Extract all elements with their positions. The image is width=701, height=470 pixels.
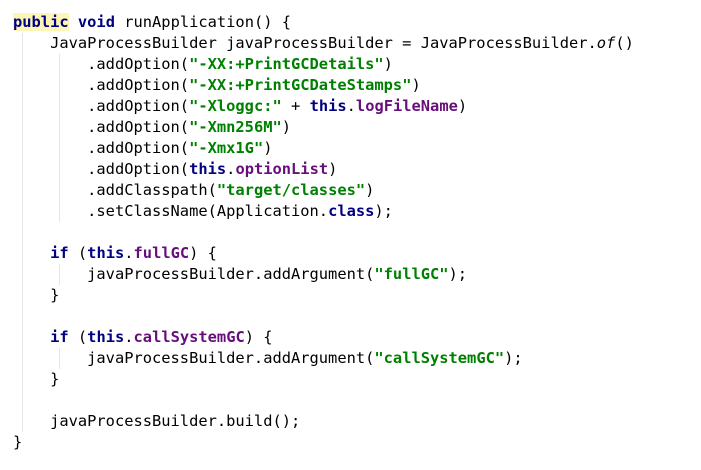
code-editor[interactable]: public void runApplication() { JavaProce… (0, 0, 701, 470)
code-token-field: optionList (235, 160, 329, 178)
code-line[interactable]: JavaProcessBuilder javaProcessBuilder = … (13, 33, 634, 54)
code-token-plain: } (50, 370, 60, 388)
code-token-plain: ); (374, 202, 393, 220)
code-token-field: fullGC (133, 244, 190, 262)
code-line[interactable]: .addOption("-XX:+PrintGCDetails") (13, 54, 393, 75)
code-token-plain: javaProcessBuilder.addArgument( (87, 349, 375, 367)
code-token-plain: .addOption( (87, 118, 190, 136)
code-token-plain: JavaProcessBuilder javaProcessBuilder = … (50, 34, 597, 52)
code-token-plain: .addClasspath( (87, 181, 217, 199)
code-token-plain: . (124, 244, 134, 262)
code-token-plain: ) (383, 55, 393, 73)
code-token-kw: class (328, 202, 375, 220)
code-token-plain: ); (504, 349, 523, 367)
code-token-str: "-Xmn256M" (189, 118, 282, 136)
code-token-plain: ) (281, 118, 292, 136)
code-token-str: "-Xmx1G" (189, 139, 264, 157)
code-token-plain: () (615, 34, 634, 52)
code-token-plain: javaProcessBuilder.build(); (50, 412, 301, 430)
code-token-plain: ); (448, 265, 468, 283)
code-line[interactable]: } (13, 369, 59, 390)
code-line[interactable]: .addOption(this.optionList) (13, 159, 337, 180)
code-token-plain: .addOption( (87, 160, 190, 178)
code-line[interactable]: public void runApplication() { (13, 12, 291, 33)
code-token-plain: .setClassName(Application. (87, 202, 329, 220)
code-token-plain: .addOption( (87, 139, 190, 157)
code-line[interactable]: .addOption("-Xmx1G") (13, 138, 273, 159)
code-line[interactable]: .addOption("-XX:+PrintGCDateStamps") (13, 75, 421, 96)
code-token-kw: if (50, 328, 69, 346)
code-token-plain: javaProcessBuilder.addArgument( (87, 265, 375, 283)
code-token-plain: . (346, 97, 356, 115)
code-token-plain: } (13, 433, 23, 451)
code-line[interactable]: javaProcessBuilder.addArgument("callSyst… (13, 348, 523, 369)
code-token-plain: ) { (244, 328, 273, 346)
code-line[interactable]: if (this.callSystemGC) { (13, 327, 273, 348)
code-token-plain: .addOption( (87, 97, 190, 115)
code-token-plain: ) (328, 160, 338, 178)
code-token-kw: void (77, 13, 115, 31)
code-token-plain: .addOption( (87, 76, 190, 94)
code-token-field: logFileName (355, 97, 458, 115)
code-token-plain: } (50, 286, 60, 304)
code-token-kw: this (309, 97, 347, 115)
code-token-field: callSystemGC (133, 328, 245, 346)
code-token-kw: this (87, 244, 125, 262)
code-line[interactable]: } (13, 285, 59, 306)
code-line[interactable]: .addOption("-Xloggc:" + this.logFileName… (13, 96, 467, 117)
code-token-plain: + (281, 97, 310, 115)
code-line[interactable]: .setClassName(Application.class); (13, 201, 393, 222)
code-line[interactable]: .addClasspath("target/classes") (13, 180, 374, 201)
code-token-plain: ) (411, 76, 421, 94)
code-line[interactable]: javaProcessBuilder.build(); (13, 411, 300, 432)
code-line[interactable]: } (13, 432, 22, 453)
code-token-str: "fullGC" (374, 265, 449, 283)
code-token-plain: ( (68, 328, 88, 346)
code-token-kw: this (87, 328, 125, 346)
code-token-kw: if (50, 244, 69, 262)
code-token-plain: ) { (189, 244, 217, 262)
code-token-kw: public (13, 13, 69, 31)
code-token-str: "-Xloggc:" (189, 97, 282, 115)
code-token-str: "-XX:+PrintGCDateStamps" (189, 76, 412, 94)
code-line[interactable]: if (this.fullGC) { (13, 243, 217, 264)
code-token-plain: .addOption( (87, 55, 190, 73)
code-token-plain: ) (457, 97, 468, 115)
code-token-str: "-XX:+PrintGCDetails" (189, 55, 384, 73)
code-line[interactable]: javaProcessBuilder.addArgument("fullGC")… (13, 264, 467, 285)
code-token-plain: . (124, 328, 134, 346)
code-token-kw: this (189, 160, 227, 178)
code-token-str: "target/classes" (216, 181, 366, 199)
code-token-str: "callSystemGC" (374, 349, 505, 367)
code-token-plain: ) (263, 139, 273, 157)
code-token-plain: runApplication() { (114, 13, 292, 31)
code-token-static-call: of (596, 34, 616, 52)
code-token-plain: ) (365, 181, 375, 199)
code-line[interactable]: .addOption("-Xmn256M") (13, 117, 291, 138)
code-token-plain: ( (68, 244, 88, 262)
